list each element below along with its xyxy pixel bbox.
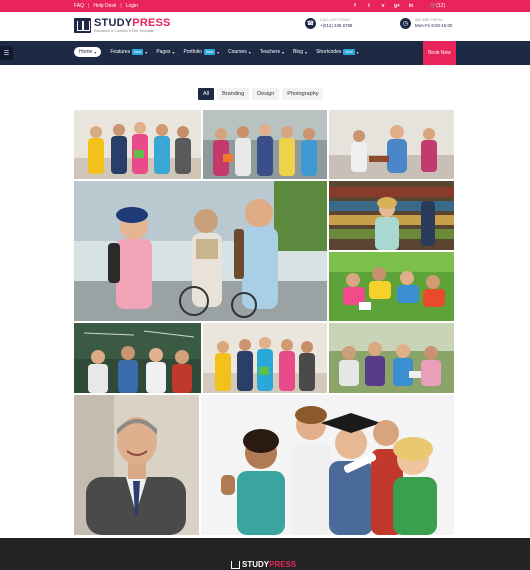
- call-number: +(012) 345 6789: [320, 23, 353, 29]
- students-walking-photo: [74, 181, 327, 321]
- chevron-down-icon: ▾: [305, 49, 308, 55]
- nav-item-label: Courses: [228, 49, 247, 55]
- students-group-photo: [74, 110, 201, 179]
- chevron-down-icon: ▾: [145, 49, 148, 55]
- cart-link[interactable]: 🛒(12): [430, 3, 445, 9]
- nav-item-shortcodes[interactable]: Shortcodes New ▾: [316, 49, 359, 55]
- students-studying-photo: [329, 110, 454, 179]
- library-student-photo: [329, 181, 454, 250]
- faq-link[interactable]: FAQ: [74, 3, 84, 9]
- portfolio-filters: All Branding Design Photography: [198, 88, 324, 100]
- nav-item-features[interactable]: Features New ▾: [110, 49, 147, 55]
- gallery-photo[interactable]: [329, 323, 454, 393]
- site-logo[interactable]: STUDYPRESS Education & Courses HTML Temp…: [74, 18, 171, 34]
- footer-logo-name-first: STUDY: [242, 560, 270, 569]
- footer-logo-name-second: PRESS: [269, 560, 297, 569]
- logo-name-first: STUDY: [94, 17, 133, 29]
- book-now-button[interactable]: Book Now: [423, 41, 456, 65]
- gallery-photo[interactable]: [74, 110, 201, 179]
- teacher-portrait-photo: [74, 395, 199, 535]
- gallery-photo[interactable]: [201, 395, 454, 535]
- new-badge: New: [203, 49, 216, 55]
- filter-photography[interactable]: Photography: [282, 88, 324, 100]
- graduates-celebrating-photo: [201, 395, 454, 535]
- gallery-photo[interactable]: [329, 181, 454, 250]
- social-links: f t v g+ in: [348, 2, 418, 10]
- site-footer: STUDYPRESS: [0, 538, 530, 570]
- gallery-photo[interactable]: [203, 110, 327, 179]
- main-nav: ☰ Home ▾ Features New ▾ Pages ▾ Portfoli…: [0, 41, 530, 65]
- twitter-icon[interactable]: t: [362, 2, 376, 10]
- filter-all[interactable]: All: [198, 88, 215, 100]
- classroom-students-photo: [74, 323, 201, 393]
- top-bar: FAQ | Help Desk | Login f t v g+ in 🛒(12…: [0, 0, 530, 12]
- nav-item-label: Shortcodes: [316, 49, 342, 55]
- nav-item-label: Blog: [293, 49, 304, 55]
- logo-tagline: Education & Courses HTML Template: [94, 29, 154, 33]
- chevron-down-icon: ▾: [248, 49, 251, 55]
- gallery-photo[interactable]: [203, 323, 327, 393]
- settings-panel-icon[interactable]: ☰: [0, 46, 13, 60]
- nav-item-pages[interactable]: Pages ▾: [156, 49, 174, 55]
- opening-hours: ◷ WE ARE OPEN! Mon-Fri 8:00-16:00: [400, 18, 453, 30]
- chevron-down-icon: ▾: [282, 49, 285, 55]
- chevron-down-icon: ▾: [356, 49, 359, 55]
- nav-item-courses[interactable]: Courses ▾: [228, 49, 251, 55]
- gallery-photo[interactable]: [329, 252, 454, 321]
- nav-item-teachers[interactable]: Teachers ▾: [260, 49, 284, 55]
- open-hours: Mon-Fri 8:00-16:00: [415, 23, 453, 29]
- nav-menu: Home ▾ Features New ▾ Pages ▾ Portfolio …: [74, 47, 359, 57]
- nav-item-label: Features: [110, 49, 131, 55]
- book-logo-icon: [74, 18, 91, 34]
- chevron-down-icon: ▾: [94, 49, 97, 55]
- vimeo-icon[interactable]: v: [376, 2, 390, 10]
- students-lying-on-grass-photo: [329, 252, 454, 321]
- nav-item-label: Teachers: [259, 49, 281, 55]
- book-logo-icon: [231, 560, 240, 569]
- clock-icon: ◷: [400, 18, 411, 30]
- students-sitting-outdoors-photo: [329, 323, 454, 393]
- phone-icon: ☎: [305, 18, 316, 30]
- logo-name-second: PRESS: [132, 17, 171, 29]
- chevron-down-icon: ▾: [172, 49, 175, 55]
- nav-item-label: Pages: [156, 49, 171, 55]
- login-link[interactable]: Login: [126, 3, 138, 9]
- students-group-photo: [203, 110, 327, 179]
- call-info: ☎ CALL US TODAY! +(012) 345 6789: [305, 18, 353, 30]
- gallery-photo[interactable]: [329, 110, 454, 179]
- new-badge: New: [343, 49, 355, 55]
- nav-item-home[interactable]: Home ▾: [74, 47, 102, 57]
- google-plus-icon[interactable]: g+: [390, 2, 404, 10]
- nav-item-label: Portfolio: [183, 49, 202, 55]
- footer-logo[interactable]: STUDYPRESS: [231, 560, 296, 569]
- gallery-photo[interactable]: [74, 181, 327, 321]
- nav-item-portfolio[interactable]: Portfolio New ▾: [183, 49, 220, 55]
- facebook-icon[interactable]: f: [348, 2, 362, 10]
- students-group-photo: [203, 323, 327, 393]
- nav-item-label: Home: [79, 49, 93, 55]
- new-badge: New: [132, 49, 144, 55]
- site-header: STUDYPRESS Education & Courses HTML Temp…: [0, 12, 530, 41]
- filter-design[interactable]: Design: [252, 88, 280, 100]
- gallery-photo[interactable]: [74, 395, 199, 535]
- chevron-down-icon: ▾: [217, 49, 220, 55]
- top-links: FAQ | Help Desk | Login: [74, 3, 138, 9]
- cart-count: (12): [436, 3, 446, 9]
- nav-item-blog[interactable]: Blog ▾: [293, 49, 307, 55]
- filter-branding[interactable]: Branding: [217, 88, 250, 100]
- linkedin-icon[interactable]: in: [404, 2, 418, 10]
- help-desk-link[interactable]: Help Desk: [93, 3, 116, 9]
- gallery-photo[interactable]: [74, 323, 201, 393]
